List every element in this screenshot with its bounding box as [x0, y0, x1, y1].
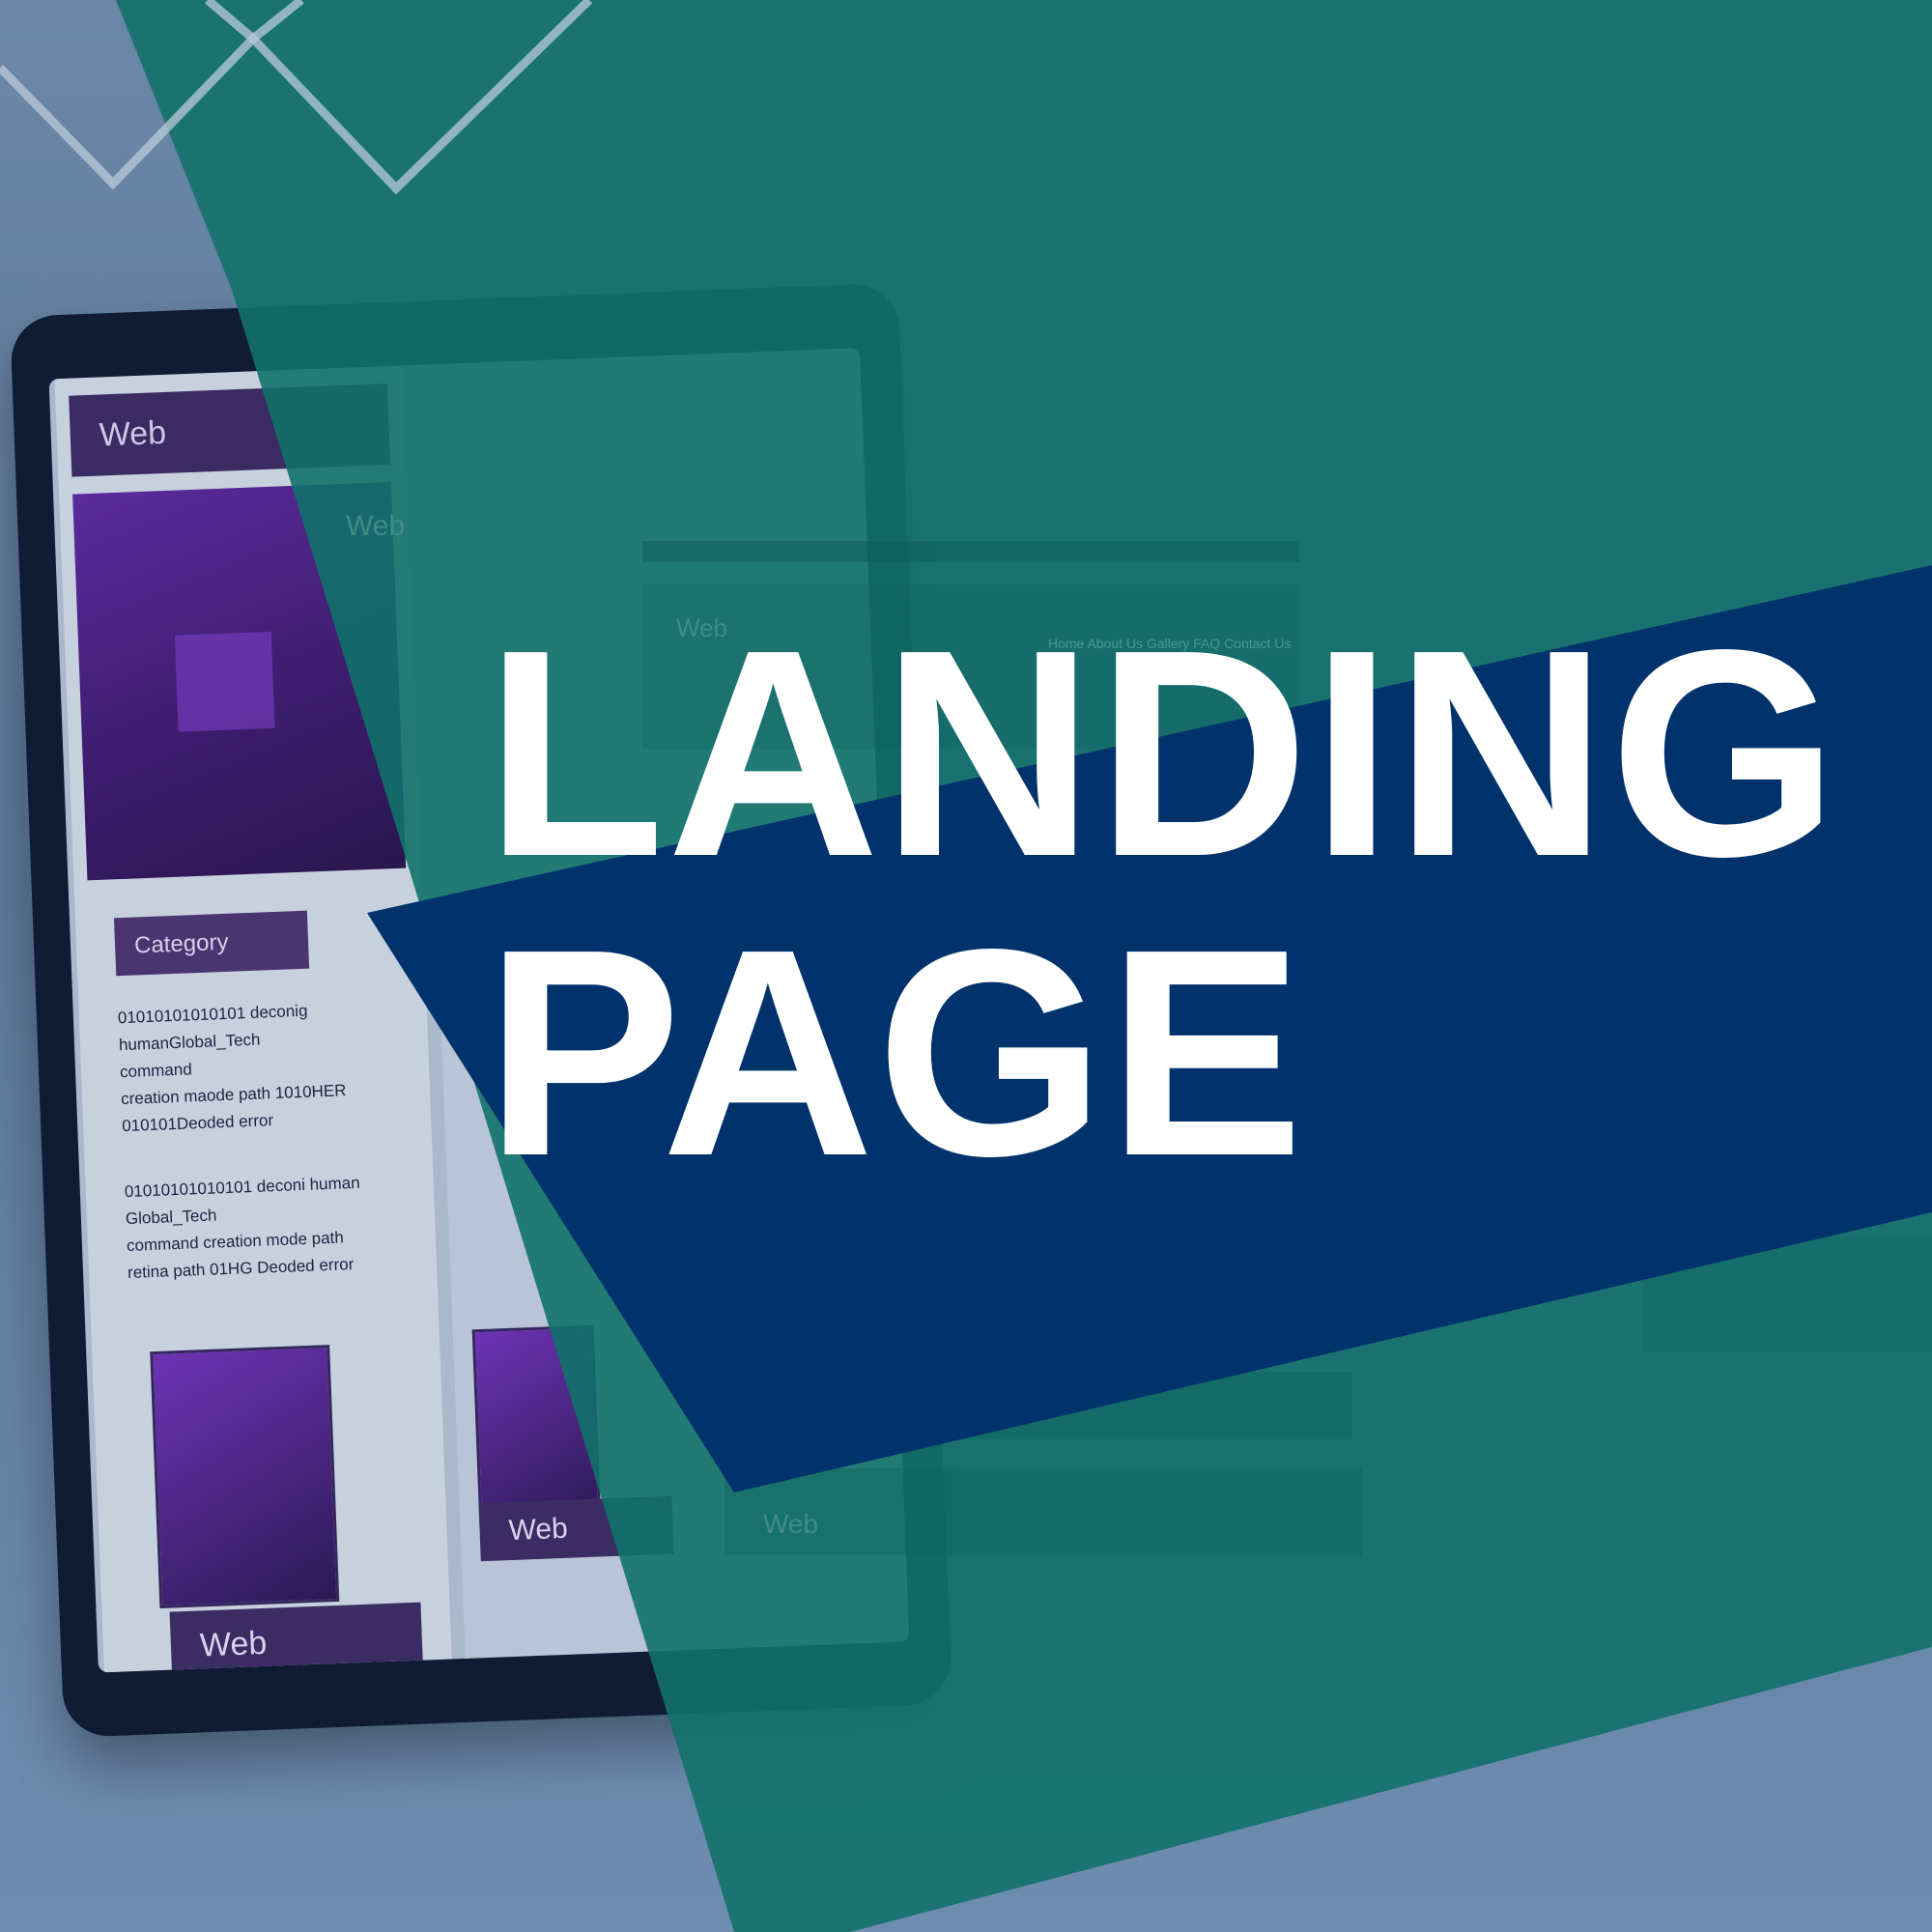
headline-line-2: PAGE: [485, 888, 1306, 1217]
banner: Web Category 01010101010101 deconig huma…: [0, 0, 1932, 1932]
headline-line-1: LANDING: [485, 588, 1841, 918]
